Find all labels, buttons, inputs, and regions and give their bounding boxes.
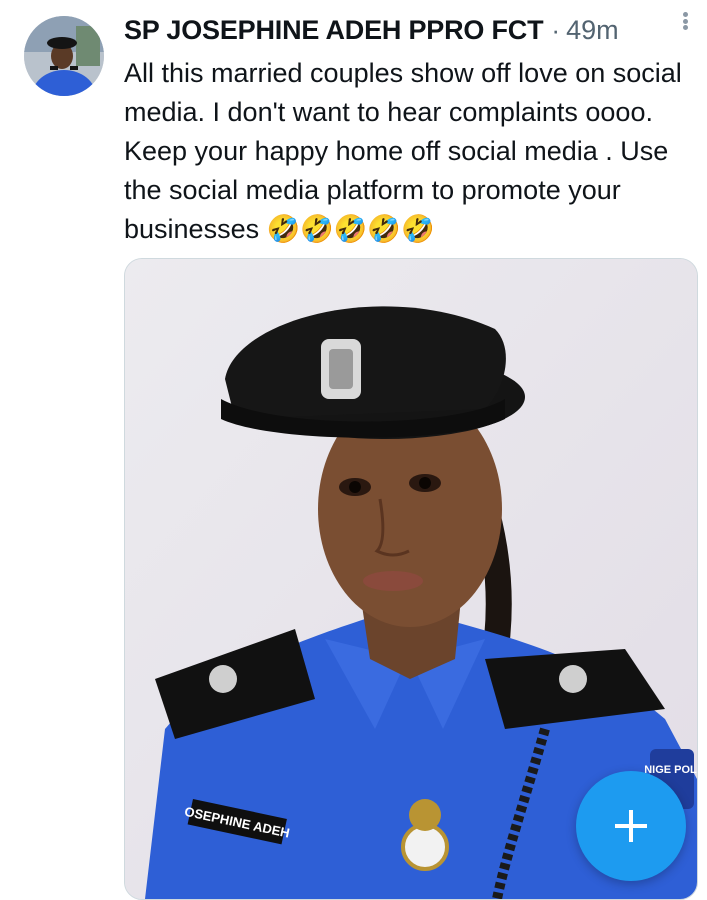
plus-icon [615, 810, 647, 842]
avatar-photo [24, 16, 104, 96]
compose-tweet-button[interactable] [576, 771, 686, 881]
header-separator: · [551, 14, 561, 45]
author-avatar[interactable] [24, 16, 104, 96]
tweet-text: All this married couples show off love o… [124, 58, 682, 244]
image-shoulder-badge: NIGE POLI [644, 764, 697, 776]
more-options-icon[interactable] [673, 6, 697, 36]
tweet-header: SP JOSEPHINE ADEH PPRO FCT · 49m [124, 10, 683, 50]
tweet-timestamp[interactable]: 49m [566, 15, 619, 46]
author-name[interactable]: SP JOSEPHINE ADEH PPRO FCT [124, 15, 544, 46]
